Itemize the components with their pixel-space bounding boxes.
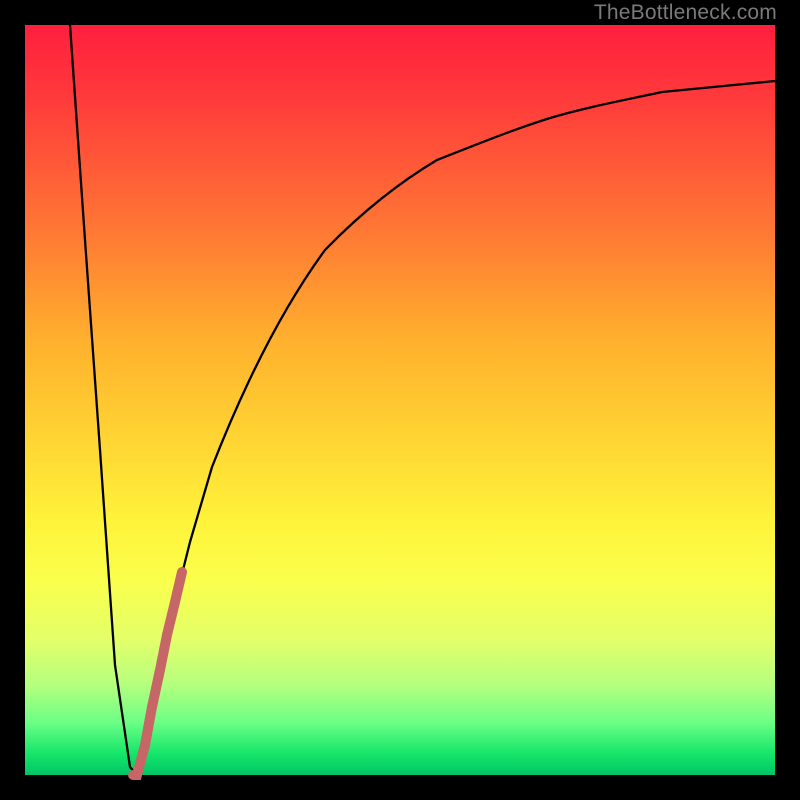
main-curve	[70, 25, 775, 775]
watermark-text: TheBottleneck.com	[594, 1, 777, 25]
accent-segment	[133, 572, 182, 775]
chart-frame: TheBottleneck.com	[0, 0, 800, 800]
curve-layer	[25, 25, 775, 775]
